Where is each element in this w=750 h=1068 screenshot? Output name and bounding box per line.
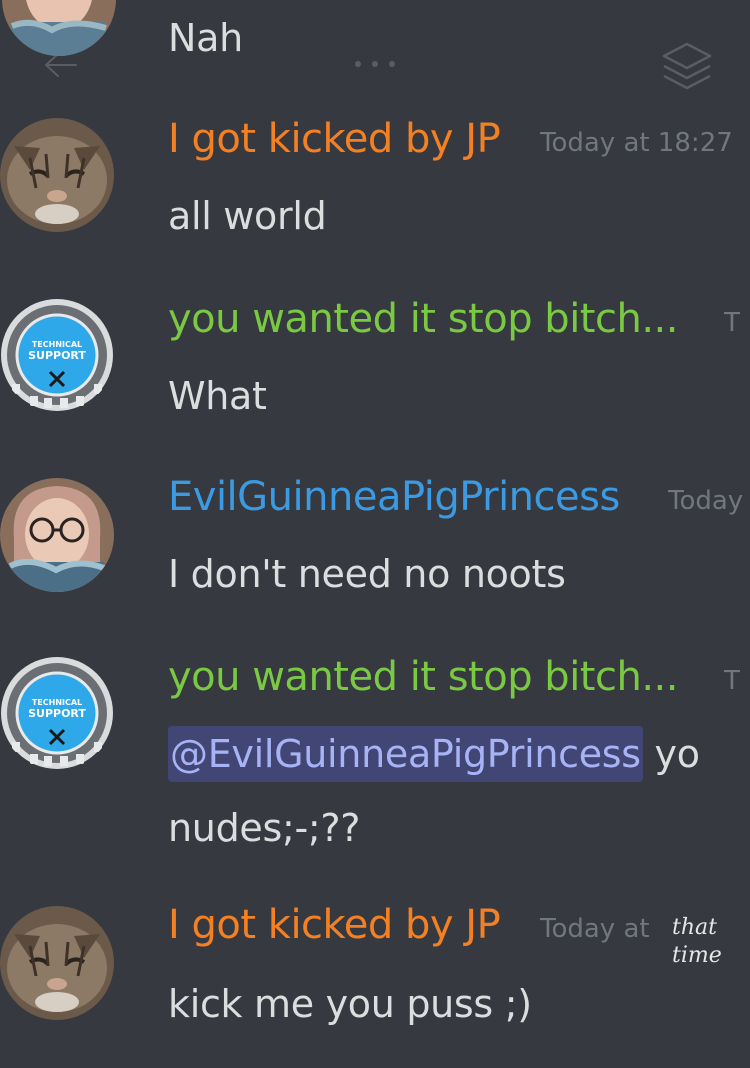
- timestamp: T: [724, 308, 740, 338]
- message-text: kick me you puss ;): [168, 982, 532, 1026]
- message-text: I don't need no noots: [168, 552, 566, 596]
- technical-support-avatar[interactable]: TECHNICAL SUPPORT: [0, 656, 114, 770]
- username[interactable]: I got kicked by JP: [168, 902, 501, 948]
- badge-text: SUPPORT: [28, 349, 86, 362]
- guinea-pig-princess-avatar[interactable]: [0, 478, 114, 592]
- timestamp: Today: [668, 486, 744, 516]
- cat-avatar[interactable]: [0, 906, 114, 1020]
- message-text: nudes;-;??: [168, 806, 361, 850]
- badge-text: TECHNICAL: [32, 698, 82, 707]
- timestamp: Today at: [540, 914, 650, 944]
- cat-avatar[interactable]: [0, 118, 114, 232]
- chat-message: Nah: [0, 0, 750, 100]
- username[interactable]: EvilGuinneaPigPrincess: [168, 474, 620, 520]
- technical-support-avatar[interactable]: TECHNICAL SUPPORT: [0, 298, 114, 412]
- badge-text: TECHNICAL: [32, 340, 82, 349]
- chat-message: TECHNICAL SUPPORT you wanted it stop bit…: [0, 290, 750, 440]
- chat-message: TECHNICAL SUPPORT you wanted it stop bit…: [0, 648, 750, 868]
- message-text: What: [168, 374, 267, 418]
- message-text-line: @EvilGuinneaPigPrincess yo: [168, 726, 700, 782]
- message-text: all world: [168, 194, 327, 238]
- mention-suffix: yo: [642, 732, 700, 776]
- username[interactable]: you wanted it stop bitch...: [168, 654, 678, 700]
- handwritten-annotation: that time: [672, 915, 722, 968]
- timestamp: Today at 18:27: [540, 128, 733, 158]
- chat-message: EvilGuinneaPigPrincess Today I don't nee…: [0, 468, 750, 618]
- badge-text: SUPPORT: [28, 707, 86, 720]
- chat-message: I got kicked by JP Today at 18:27 all wo…: [0, 110, 750, 260]
- user-mention[interactable]: @EvilGuinneaPigPrincess: [168, 726, 643, 782]
- guinea-pig-princess-avatar[interactable]: [2, 0, 116, 56]
- timestamp: T: [724, 666, 740, 696]
- message-text: Nah: [168, 16, 243, 60]
- chat-message: I got kicked by JP Today at that time ki…: [0, 896, 750, 1068]
- username[interactable]: you wanted it stop bitch...: [168, 296, 678, 342]
- chat-message-list: Nah I got kicked by JP Today at 18:27 al…: [0, 0, 750, 1068]
- username[interactable]: I got kicked by JP: [168, 116, 501, 162]
